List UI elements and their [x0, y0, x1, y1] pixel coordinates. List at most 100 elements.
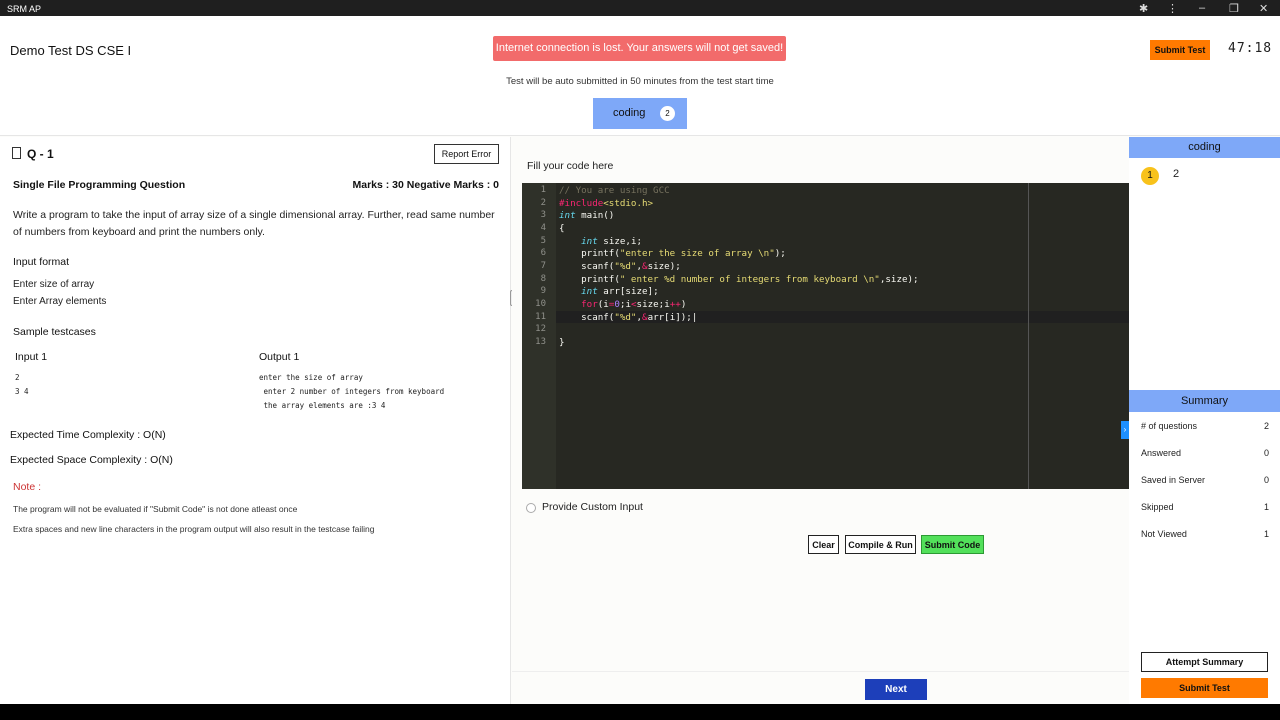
- connection-alert: Internet connection is lost. Your answer…: [493, 36, 786, 61]
- restore-icon[interactable]: ❐: [1229, 2, 1239, 15]
- question-nav-1[interactable]: 1: [1141, 167, 1159, 185]
- code-line: printf(" enter %d number of integers fro…: [559, 274, 919, 285]
- sample-input-line: 3 4: [15, 387, 29, 396]
- space-complexity: Expected Space Complexity : O(N): [10, 454, 173, 466]
- summary-label: # of questions: [1141, 421, 1198, 431]
- compile-run-button[interactable]: Compile & Run: [845, 535, 916, 554]
- line-number: 2: [540, 198, 546, 208]
- sample-output-line: enter 2 number of integers from keyboard: [259, 387, 445, 396]
- menu-dots-icon[interactable]: ⋮: [1167, 2, 1178, 15]
- note-line: The program will not be evaluated if "Su…: [13, 504, 298, 514]
- submit-code-button[interactable]: Submit Code: [921, 535, 984, 554]
- code-line: int arr[size];: [581, 286, 659, 297]
- sample-output-line: the array elements are :3 4: [259, 401, 386, 410]
- summary-label: Answered: [1141, 448, 1182, 458]
- question-description: Write a program to take the input of arr…: [13, 209, 495, 238]
- line-number: 3: [540, 210, 546, 220]
- test-title: Demo Test DS CSE I: [10, 43, 132, 58]
- editor-gutter: 1 2 3 4 5 6 7 8 9 10 11 12 13: [522, 183, 556, 489]
- code-line: scanf("%d",&size);: [559, 261, 681, 272]
- window-title: SRM AP: [7, 4, 42, 14]
- marks-info: Marks : 30 Negative Marks : 0: [352, 179, 500, 191]
- summary-value: 0: [1263, 475, 1269, 485]
- summary-title: Summary: [1129, 390, 1280, 412]
- clear-button[interactable]: Clear: [808, 535, 839, 554]
- line-number: 6: [540, 248, 546, 258]
- section-tab-coding[interactable]: coding 2: [593, 98, 687, 129]
- summary-row: Saved in Server 0: [1141, 475, 1269, 485]
- question-number: Q - 1: [27, 147, 54, 161]
- next-button[interactable]: Next: [865, 679, 927, 700]
- code-line: for(i=0;i<size;i++): [581, 299, 687, 310]
- summary-label: Not Viewed: [1141, 529, 1187, 539]
- code-line: int size,i;: [581, 236, 643, 247]
- code-panel: Fill your code here 1 2 3 4 5 6 7 8 9 10…: [512, 137, 1129, 704]
- line-number: 13: [535, 337, 546, 347]
- code-line: {: [559, 223, 565, 234]
- report-error-button[interactable]: Report Error: [434, 144, 499, 164]
- sample-input-line: 2: [15, 373, 20, 382]
- input-format-line: Enter size of array: [13, 279, 95, 290]
- submit-test-bottom-button[interactable]: Submit Test: [1141, 678, 1268, 698]
- question-panel: Q - 1 Report Error Single File Programmi…: [0, 137, 511, 704]
- line-number: 10: [535, 299, 546, 309]
- sample-output-line: enter the size of array: [259, 373, 363, 382]
- line-number: 11: [535, 312, 546, 322]
- chevron-right-icon[interactable]: ›: [1121, 421, 1129, 439]
- code-line: // You are using GCC: [559, 185, 670, 196]
- line-number: 7: [540, 261, 546, 271]
- summary-value: 2: [1263, 421, 1269, 431]
- summary-row: Not Viewed 1: [1141, 529, 1269, 539]
- input-format-heading: Input format: [13, 256, 70, 268]
- footer-divider: [512, 671, 1129, 672]
- question-nav-2[interactable]: 2: [1173, 168, 1179, 180]
- editor-label: Fill your code here: [527, 160, 614, 172]
- summary-row: Answered 0: [1141, 448, 1269, 458]
- line-number: 4: [540, 223, 546, 233]
- note-line: Extra spaces and new line characters in …: [13, 524, 375, 534]
- section-tab-label: coding: [613, 107, 646, 119]
- input-format-line: Enter Array elements: [13, 296, 107, 307]
- line-number: 1: [540, 185, 546, 195]
- code-editor[interactable]: 1 2 3 4 5 6 7 8 9 10 11 12 13 // You are…: [522, 183, 1129, 489]
- code-line: printf("enter the size of array \n");: [559, 248, 786, 259]
- time-complexity: Expected Time Complexity : O(N): [10, 429, 166, 441]
- line-number: 5: [540, 236, 546, 246]
- question-type: Single File Programming Question: [13, 179, 186, 191]
- submit-test-button[interactable]: Submit Test: [1150, 40, 1210, 60]
- sample-output-heading: Output 1: [259, 351, 300, 363]
- summary-label: Saved in Server: [1141, 475, 1206, 485]
- app-frame: Demo Test DS CSE I Internet connection i…: [0, 16, 1280, 704]
- minimize-icon[interactable]: –: [1199, 2, 1205, 14]
- note-heading: Note :: [13, 481, 42, 493]
- auto-submit-note: Test will be auto submitted in 50 minute…: [506, 76, 774, 87]
- summary-label: Skipped: [1141, 502, 1174, 512]
- summary-value: 0: [1263, 448, 1269, 458]
- attempt-summary-button[interactable]: Attempt Summary: [1141, 652, 1268, 672]
- sample-heading: Sample testcases: [13, 326, 96, 338]
- line-number: 8: [540, 274, 546, 284]
- navigation-sidebar: coding 1 2 Summary # of questions 2 Answe…: [1129, 137, 1280, 704]
- line-number: 12: [535, 324, 546, 334]
- code-line: scanf("%d",&arr[i]);|: [559, 312, 698, 323]
- timer: 47:18: [1228, 41, 1273, 56]
- summary-row: # of questions 2: [1141, 421, 1269, 431]
- section-tab-count: 2: [660, 106, 675, 121]
- custom-input-label[interactable]: Provide Custom Input: [542, 501, 643, 513]
- extension-icon[interactable]: ✱: [1139, 2, 1148, 15]
- summary-row: Skipped 1: [1141, 502, 1269, 512]
- code-line: #include<stdio.h>: [559, 198, 654, 209]
- code-line: }: [559, 337, 565, 348]
- summary-value: 1: [1263, 502, 1269, 512]
- custom-input-radio[interactable]: [526, 503, 536, 513]
- sample-input-heading: Input 1: [15, 351, 48, 363]
- code-line: int main(): [559, 210, 615, 221]
- close-icon[interactable]: ✕: [1259, 2, 1268, 15]
- bookmark-icon[interactable]: [12, 147, 21, 159]
- test-header: Demo Test DS CSE I Internet connection i…: [0, 16, 1280, 136]
- window-titlebar: SRM AP ✱ ⋮ – ❐ ✕: [0, 0, 1280, 17]
- summary-value: 1: [1263, 529, 1269, 539]
- print-margin: [1028, 183, 1029, 489]
- sidebar-section-title: coding: [1129, 137, 1280, 158]
- line-number: 9: [540, 286, 546, 296]
